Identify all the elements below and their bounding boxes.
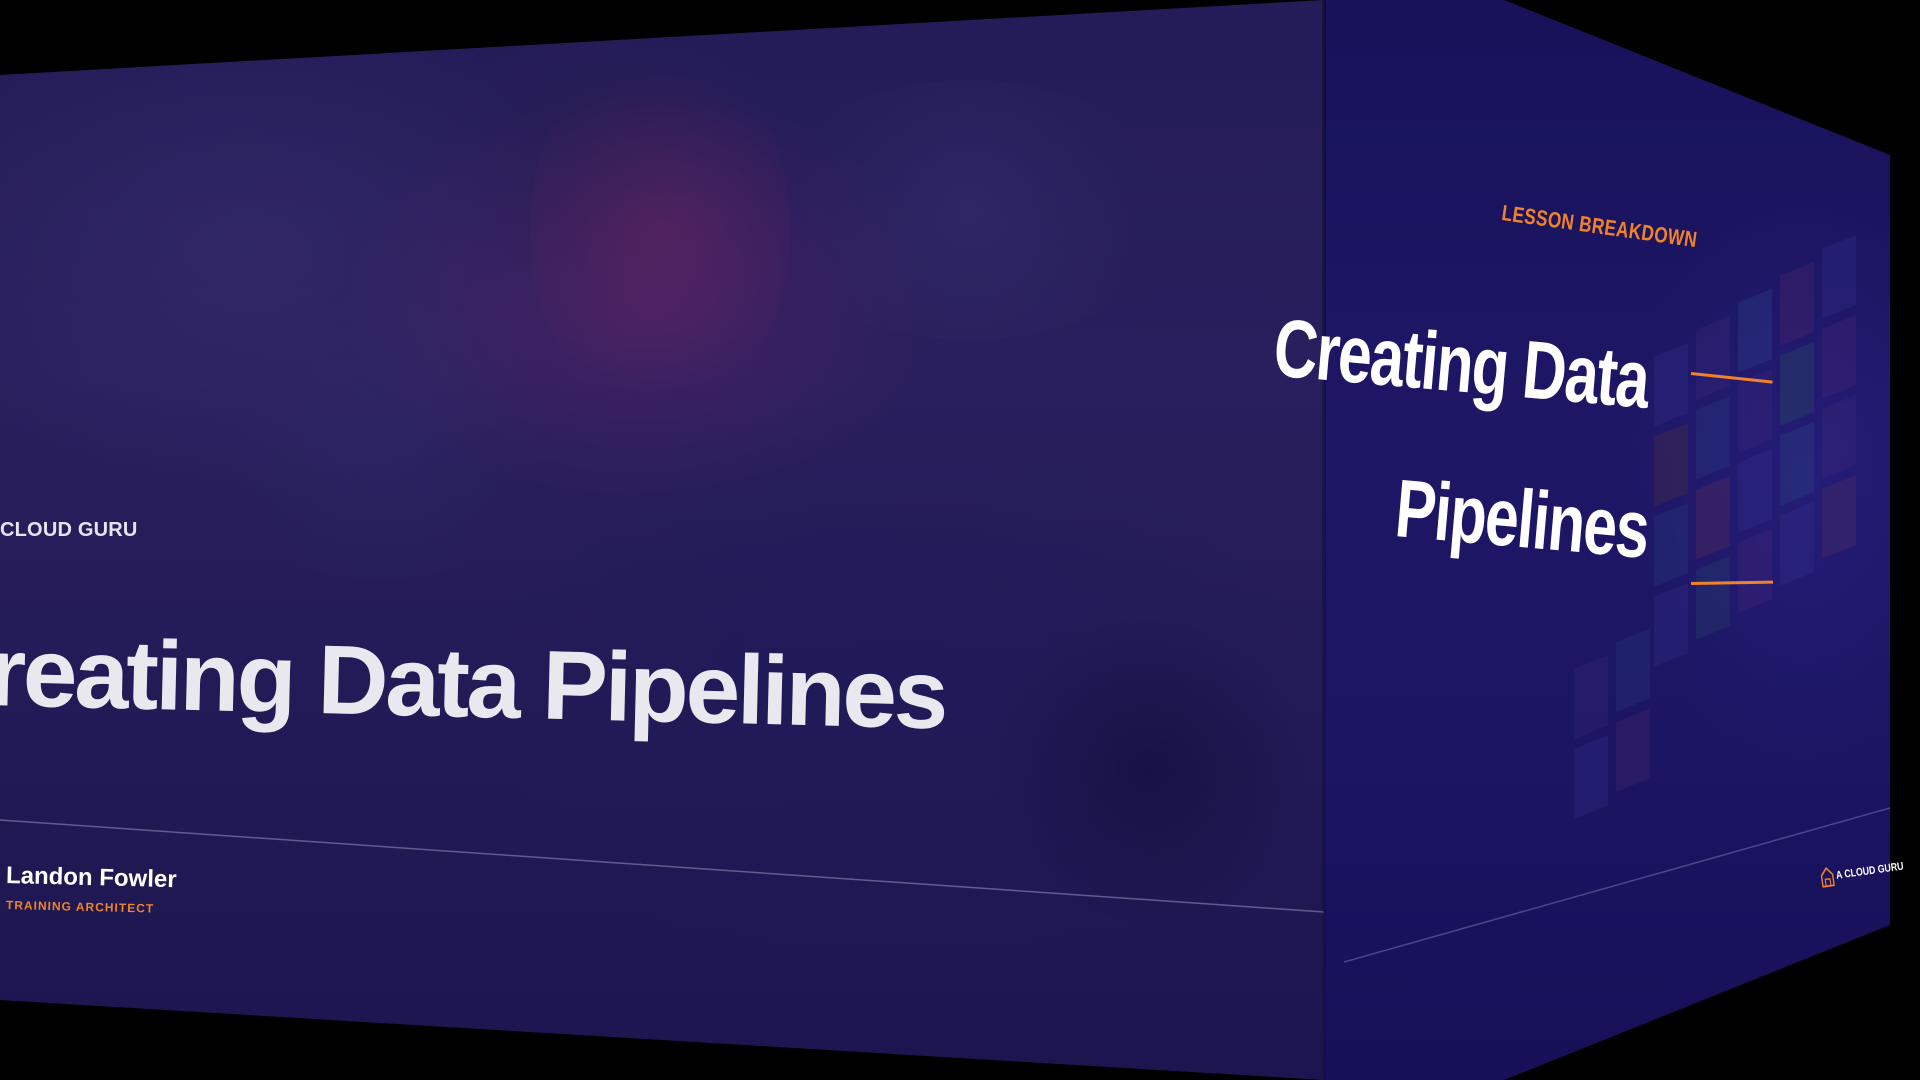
footer-divider — [1343, 807, 1890, 963]
footer-divider — [0, 819, 1324, 913]
cloud-guru-logo-icon — [1820, 866, 1835, 888]
presenter-name: Landon Fowler — [5, 862, 177, 894]
video-frame: CLOUD GURU reating Data Pipelines Landon… — [0, 0, 1920, 1080]
title-slide-content: CLOUD GURU reating Data Pipelines Landon… — [0, 0, 1324, 1080]
brand-logo-text: A CLOUD GURU — [1835, 860, 1905, 882]
lesson-breakdown-content: LESSON BREAKDOWN Creating Data Pipelines… — [1270, 0, 1904, 1080]
